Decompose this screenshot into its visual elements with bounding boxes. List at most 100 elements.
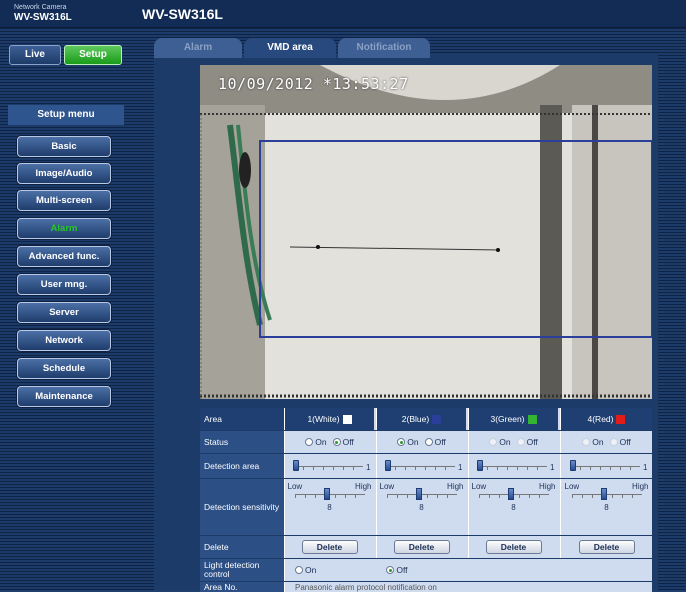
title-bar: WV-SW316L	[128, 0, 686, 28]
tab-vmd-area[interactable]: VMD area	[244, 38, 336, 58]
area-1-delete-button[interactable]: Delete	[301, 540, 358, 554]
area-1-delete: Delete	[284, 536, 374, 558]
area-2-swatch	[432, 414, 442, 424]
off-text: Off	[434, 437, 446, 447]
area-4-delete-button[interactable]: Delete	[578, 540, 635, 554]
delete-row: Delete Delete Delete Delete Delete	[200, 536, 652, 558]
area-2-detection-area-slider[interactable]: 1	[384, 460, 463, 472]
area-1-detection-area-slider[interactable]: 1	[292, 460, 371, 472]
area-4-name: 4(Red)	[587, 414, 614, 424]
area-no-row: Area No. Panasonic alarm protocol notifi…	[200, 582, 652, 592]
area-1-detection-area: 1	[284, 454, 374, 478]
area-2-status-on-radio[interactable]	[397, 438, 406, 446]
menu-image-audio-button[interactable]: Image/Audio	[17, 163, 111, 184]
menu-server-button[interactable]: Server	[17, 302, 111, 323]
area-header-row: Area 1(White) 2(Blue) 3(Green) 4(Red)	[200, 408, 652, 430]
low-text: Low	[379, 482, 395, 491]
area-3-status: On Off	[468, 431, 558, 453]
area-3-sensitivity: Low High 8	[468, 479, 558, 535]
area-2-detection-area-value: 1	[458, 463, 463, 472]
area-3-swatch	[527, 414, 537, 424]
off-text: Off	[526, 437, 538, 447]
area-4-detection-area-slider[interactable]: 1	[569, 460, 648, 472]
menu-advanced-func-button[interactable]: Advanced func.	[17, 246, 111, 267]
high-text: High	[539, 482, 556, 491]
menu-schedule-button[interactable]: Schedule	[17, 358, 111, 379]
brand-header: Network Camera WV-SW316L	[0, 0, 128, 28]
live-button[interactable]: Live	[9, 45, 61, 65]
setup-button[interactable]: Setup	[64, 45, 122, 65]
area-3-name: 3(Green)	[490, 414, 525, 424]
camera-timestamp: 10/09/2012 *13:53:27	[218, 75, 409, 93]
high-text: High	[447, 482, 464, 491]
area-3-status-on-radio[interactable]	[489, 438, 498, 446]
light-detection-on-text: On	[305, 565, 317, 575]
menu-multi-screen-button[interactable]: Multi-screen	[17, 190, 111, 211]
light-detection-off-radio[interactable]	[386, 566, 395, 574]
light-detection-row: Light detection control On Off	[200, 559, 652, 581]
area-1-sensitivity-slider[interactable]: Low High 8	[286, 479, 374, 535]
tab-notification[interactable]: Notification	[338, 38, 430, 58]
area-no-text: Panasonic alarm protocol notification on	[284, 582, 652, 592]
delete-label: Delete	[200, 536, 284, 558]
area-3-header: 3(Green)	[468, 408, 558, 430]
area-3-delete: Delete	[468, 536, 558, 558]
light-detection-label: Light detection control	[200, 559, 284, 581]
area-2-status: On Off	[376, 431, 466, 453]
detection-area-label: Detection area	[200, 454, 284, 478]
area-4-sensitivity-slider[interactable]: Low High 8	[563, 479, 651, 535]
area-4-delete: Delete	[560, 536, 652, 558]
area-3-sensitivity-value: 8	[511, 503, 516, 512]
area-2-header: 2(Blue)	[376, 408, 466, 430]
area-1-status-on-radio[interactable]	[305, 438, 314, 446]
area-4-status-on-radio[interactable]	[582, 438, 591, 446]
area-2-status-off-radio[interactable]	[424, 438, 433, 446]
area-3-detection-area-value: 1	[550, 463, 555, 472]
area-3-sensitivity-slider[interactable]: Low High 8	[470, 479, 558, 535]
page-title: WV-SW316L	[142, 6, 223, 22]
area-4-swatch	[616, 414, 626, 424]
off-text: Off	[619, 437, 631, 447]
area-3-delete-button[interactable]: Delete	[485, 540, 542, 554]
brand-model: WV-SW316L	[14, 12, 72, 23]
light-detection-on-radio[interactable]	[295, 566, 303, 574]
area-2-sensitivity-slider[interactable]: Low High 8	[378, 479, 466, 535]
light-detection-off-text: Off	[396, 565, 408, 575]
area-4-sensitivity-value: 8	[604, 503, 609, 512]
area-4-sensitivity: Low High 8	[560, 479, 652, 535]
area-2-delete: Delete	[376, 536, 466, 558]
on-text: On	[407, 437, 419, 447]
area-2-sensitivity: Low High 8	[376, 479, 466, 535]
area-2-delete-button[interactable]: Delete	[393, 540, 450, 554]
area-label: Area	[200, 408, 284, 430]
area-4-header: 4(Red)	[560, 408, 652, 430]
area-1-sensitivity-value: 8	[327, 503, 332, 512]
tab-alarm[interactable]: Alarm	[154, 38, 242, 58]
area-1-sensitivity: Low High 8	[284, 479, 374, 535]
area-1-status-off-radio[interactable]	[332, 438, 341, 446]
area-1-status: On Off	[284, 431, 374, 453]
area-3-detection-area-slider[interactable]: 1	[476, 460, 555, 472]
on-text: On	[315, 437, 327, 447]
area-4-detection-area-value: 1	[643, 463, 648, 472]
setup-menu-header: Setup menu	[8, 105, 124, 125]
low-text: Low	[287, 482, 303, 491]
area-1-name: 1(White)	[307, 414, 340, 424]
detection-sensitivity-label: Detection sensitivity	[200, 479, 284, 535]
area-3-status-off-radio[interactable]	[516, 438, 525, 446]
menu-network-button[interactable]: Network	[17, 330, 111, 351]
menu-maintenance-button[interactable]: Maintenance	[17, 386, 111, 407]
high-text: High	[355, 482, 372, 491]
camera-scene	[200, 65, 652, 399]
detection-area-row: Detection area 1 1 1 1	[200, 454, 652, 478]
high-text: High	[632, 482, 649, 491]
area-4-status: On Off	[560, 431, 652, 453]
menu-basic-button[interactable]: Basic	[17, 136, 111, 157]
area-1-header: 1(White)	[284, 408, 374, 430]
camera-image[interactable]: 10/09/2012 *13:53:27	[200, 65, 652, 399]
area-4-status-off-radio[interactable]	[609, 438, 618, 446]
on-text: On	[592, 437, 604, 447]
menu-alarm-button[interactable]: Alarm	[17, 218, 111, 239]
menu-user-mng-button[interactable]: User mng.	[17, 274, 111, 295]
area-4-detection-area: 1	[560, 454, 652, 478]
